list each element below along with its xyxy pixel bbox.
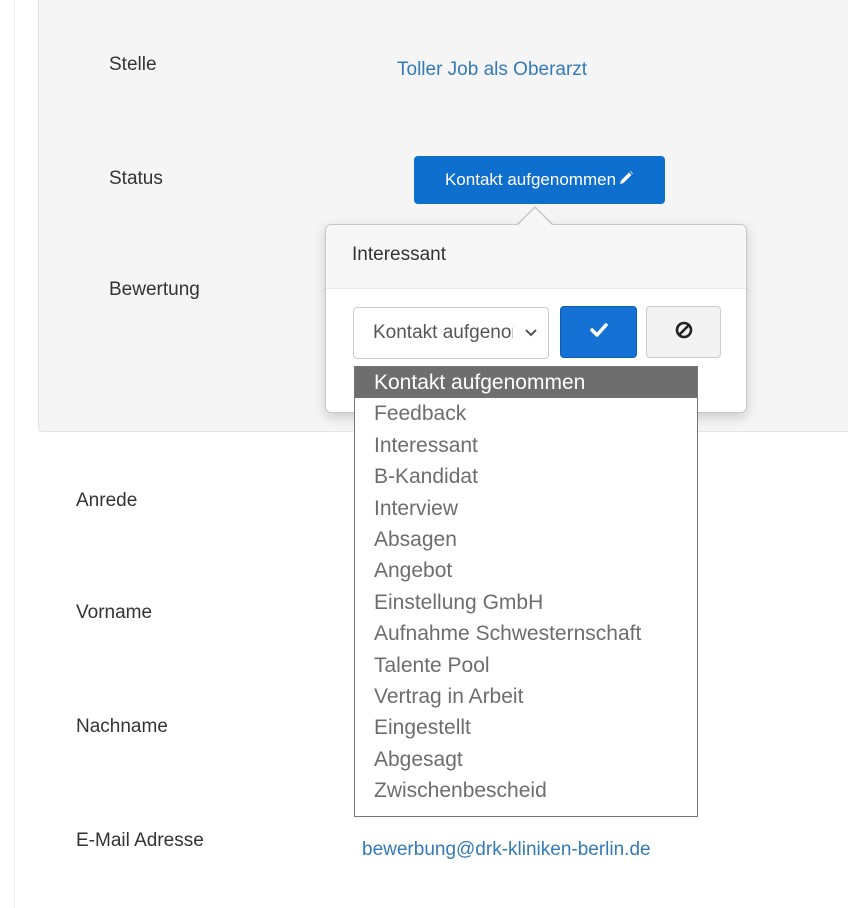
nachname-label: Nachname (76, 716, 168, 737)
status-select-value: Kontakt aufgenommen (373, 322, 513, 343)
cancel-button[interactable] (646, 306, 721, 358)
dropdown-option[interactable]: Interview (355, 493, 697, 524)
dropdown-option[interactable]: Abgesagt (355, 744, 697, 775)
dropdown-option[interactable]: Eingestellt (355, 712, 697, 743)
status-edit-button[interactable]: Kontakt aufgenommen (414, 156, 665, 204)
ban-icon (674, 320, 694, 345)
dropdown-option[interactable]: Aufnahme Schwesternschaft (355, 618, 697, 649)
pencil-icon (618, 170, 634, 191)
status-value: Kontakt aufgenommen (444, 170, 617, 189)
dropdown-option[interactable]: Angebot (355, 555, 697, 586)
stelle-link[interactable]: Toller Job als Oberarzt (397, 59, 587, 81)
dropdown-option[interactable]: Absagen (355, 524, 697, 555)
status-select[interactable]: Kontakt aufgenommen (353, 307, 549, 359)
confirm-button[interactable] (560, 306, 637, 358)
popover-title: Interessant (326, 225, 746, 289)
email-link[interactable]: bewerbung@drk-kliniken-berlin.de (362, 839, 651, 861)
vorname-label: Vorname (76, 602, 153, 623)
dropdown-option[interactable]: Kontakt aufgenommen (355, 367, 697, 399)
dropdown-option[interactable]: Einstellung GmbH (355, 587, 697, 618)
dropdown-option[interactable]: Zwischenbescheid (355, 775, 697, 806)
dropdown-option[interactable]: Interessant (355, 430, 697, 461)
check-icon (589, 322, 609, 343)
dropdown-option[interactable]: Talente Pool (355, 650, 697, 681)
chevron-down-icon (524, 323, 538, 348)
dropdown-option[interactable]: Vertrag in Arbeit (355, 681, 697, 712)
page-left-border (14, 0, 15, 908)
status-dropdown-list[interactable]: Kontakt aufgenommen Feedback Interessant… (354, 366, 698, 817)
anrede-label: Anrede (76, 490, 138, 511)
popover-arrow-fill (518, 208, 552, 225)
dropdown-option[interactable]: Feedback (355, 398, 697, 429)
dropdown-option[interactable]: B-Kandidat (355, 461, 697, 492)
email-label: E-Mail Adresse (76, 830, 204, 851)
stelle-label: Stelle (109, 54, 157, 75)
bewertung-label: Bewertung (109, 279, 200, 300)
status-label: Status (109, 168, 163, 189)
